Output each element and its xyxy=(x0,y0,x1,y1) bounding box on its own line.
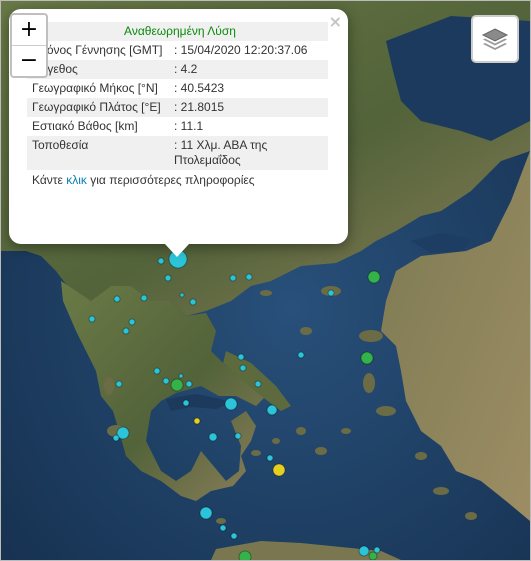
earthquake-marker[interactable] xyxy=(239,364,247,372)
more-info-suffix: για περισσότερες πληροφορίες xyxy=(90,173,255,187)
earthquake-marker[interactable] xyxy=(230,532,238,540)
latitude-label: Γεωγραφικό Πλάτος [°E] xyxy=(27,98,169,117)
earthquake-marker[interactable] xyxy=(373,546,381,554)
map[interactable]: + − × Αναθεωρημένη Λύση Χρόνος Γέννησης … xyxy=(0,0,531,561)
latitude-value: : 21.8015 xyxy=(169,98,328,117)
magnitude-value: : 4.2 xyxy=(169,60,328,79)
solution-title: Αναθεωρημένη Λύση xyxy=(27,22,328,41)
location-value: : 11 Χλμ. ΑΒΑ της Πτολεμαΐδος xyxy=(169,136,328,170)
earthquake-marker[interactable] xyxy=(113,295,121,303)
earthquake-marker[interactable] xyxy=(360,351,374,365)
earthquake-marker[interactable] xyxy=(367,270,381,284)
table-row: Εστιακό Βάθος [km] : 11.1 xyxy=(27,117,328,136)
longitude-value: : 40.5423 xyxy=(174,81,225,95)
earthquake-marker[interactable] xyxy=(179,292,185,298)
popup-close-button[interactable]: × xyxy=(329,12,342,31)
earthquake-marker[interactable] xyxy=(185,380,193,388)
earthquake-marker[interactable] xyxy=(237,353,245,361)
magnitude-label: Μέγεθος xyxy=(27,60,169,79)
earthquake-marker[interactable] xyxy=(115,380,123,388)
zoom-out-button[interactable]: − xyxy=(12,45,46,76)
earthquake-marker[interactable] xyxy=(297,351,305,359)
layers-button[interactable] xyxy=(471,15,519,63)
earthquake-marker[interactable] xyxy=(358,545,370,557)
earthquake-marker[interactable] xyxy=(140,294,148,302)
earthquake-marker[interactable] xyxy=(266,404,278,416)
layers-icon xyxy=(481,28,509,50)
earthquake-marker[interactable] xyxy=(112,434,120,442)
earthquake-marker[interactable] xyxy=(224,397,238,411)
earthquake-marker[interactable] xyxy=(327,289,335,297)
more-info-line: Κάντε κλικ για περισσότερες πληροφορίες xyxy=(27,173,328,187)
table-row: Γεωγραφικό Πλάτος [°E] : 21.8015 xyxy=(27,98,328,117)
origin-time-label: Χρόνος Γέννησης [GMT] xyxy=(32,43,163,57)
earthquake-marker[interactable] xyxy=(234,432,242,440)
earthquake-marker[interactable] xyxy=(208,432,218,442)
zoom-in-button[interactable]: + xyxy=(12,15,46,45)
popup-tip xyxy=(165,244,189,257)
earthquake-marker[interactable] xyxy=(164,274,172,282)
earthquake-marker[interactable] xyxy=(178,373,184,379)
zoom-control: + − xyxy=(10,13,48,78)
earthquake-info-table: Αναθεωρημένη Λύση Χρόνος Γέννησης [GMT] … xyxy=(27,22,328,170)
earthquake-marker[interactable] xyxy=(193,417,201,425)
earthquake-marker[interactable] xyxy=(219,524,227,532)
earthquake-popup: × Αναθεωρημένη Λύση Χρόνος Γέννησης [GMT… xyxy=(9,9,348,244)
more-info-prefix: Κάντε xyxy=(32,173,63,187)
depth-value: : 11.1 xyxy=(174,119,204,133)
earthquake-marker[interactable] xyxy=(266,454,274,462)
earthquake-marker[interactable] xyxy=(182,399,190,407)
earthquake-marker[interactable] xyxy=(162,377,170,385)
longitude-label: Γεωγραφικό Μήκος [°N] xyxy=(32,81,158,95)
earthquake-marker[interactable] xyxy=(272,463,286,477)
earthquake-marker[interactable] xyxy=(199,506,213,520)
depth-label: Εστιακό Βάθος [km] xyxy=(32,119,138,133)
earthquake-marker[interactable] xyxy=(128,318,136,326)
earthquake-marker[interactable] xyxy=(254,380,262,388)
table-row: Μέγεθος : 4.2 xyxy=(27,60,328,79)
earthquake-marker[interactable] xyxy=(153,367,161,375)
earthquake-marker[interactable] xyxy=(238,550,252,560)
origin-time-value: : 15/04/2020 12:20:37.06 xyxy=(174,43,308,57)
table-row: Τοποθεσία : 11 Χλμ. ΑΒΑ της Πτολεμαΐδος xyxy=(27,136,328,170)
earthquake-marker[interactable] xyxy=(170,378,184,392)
earthquake-marker[interactable] xyxy=(189,298,197,306)
earthquake-marker[interactable] xyxy=(245,273,253,281)
earthquake-marker[interactable] xyxy=(122,327,130,335)
earthquake-marker[interactable] xyxy=(88,315,96,323)
location-label: Τοποθεσία xyxy=(27,136,169,170)
earthquake-marker[interactable] xyxy=(229,274,237,282)
earthquake-marker[interactable] xyxy=(157,257,165,265)
more-info-link[interactable]: κλικ xyxy=(66,173,87,187)
table-row: Χρόνος Γέννησης [GMT] : 15/04/2020 12:20… xyxy=(27,41,328,60)
table-row: Γεωγραφικό Μήκος [°N] : 40.5423 xyxy=(27,79,328,98)
